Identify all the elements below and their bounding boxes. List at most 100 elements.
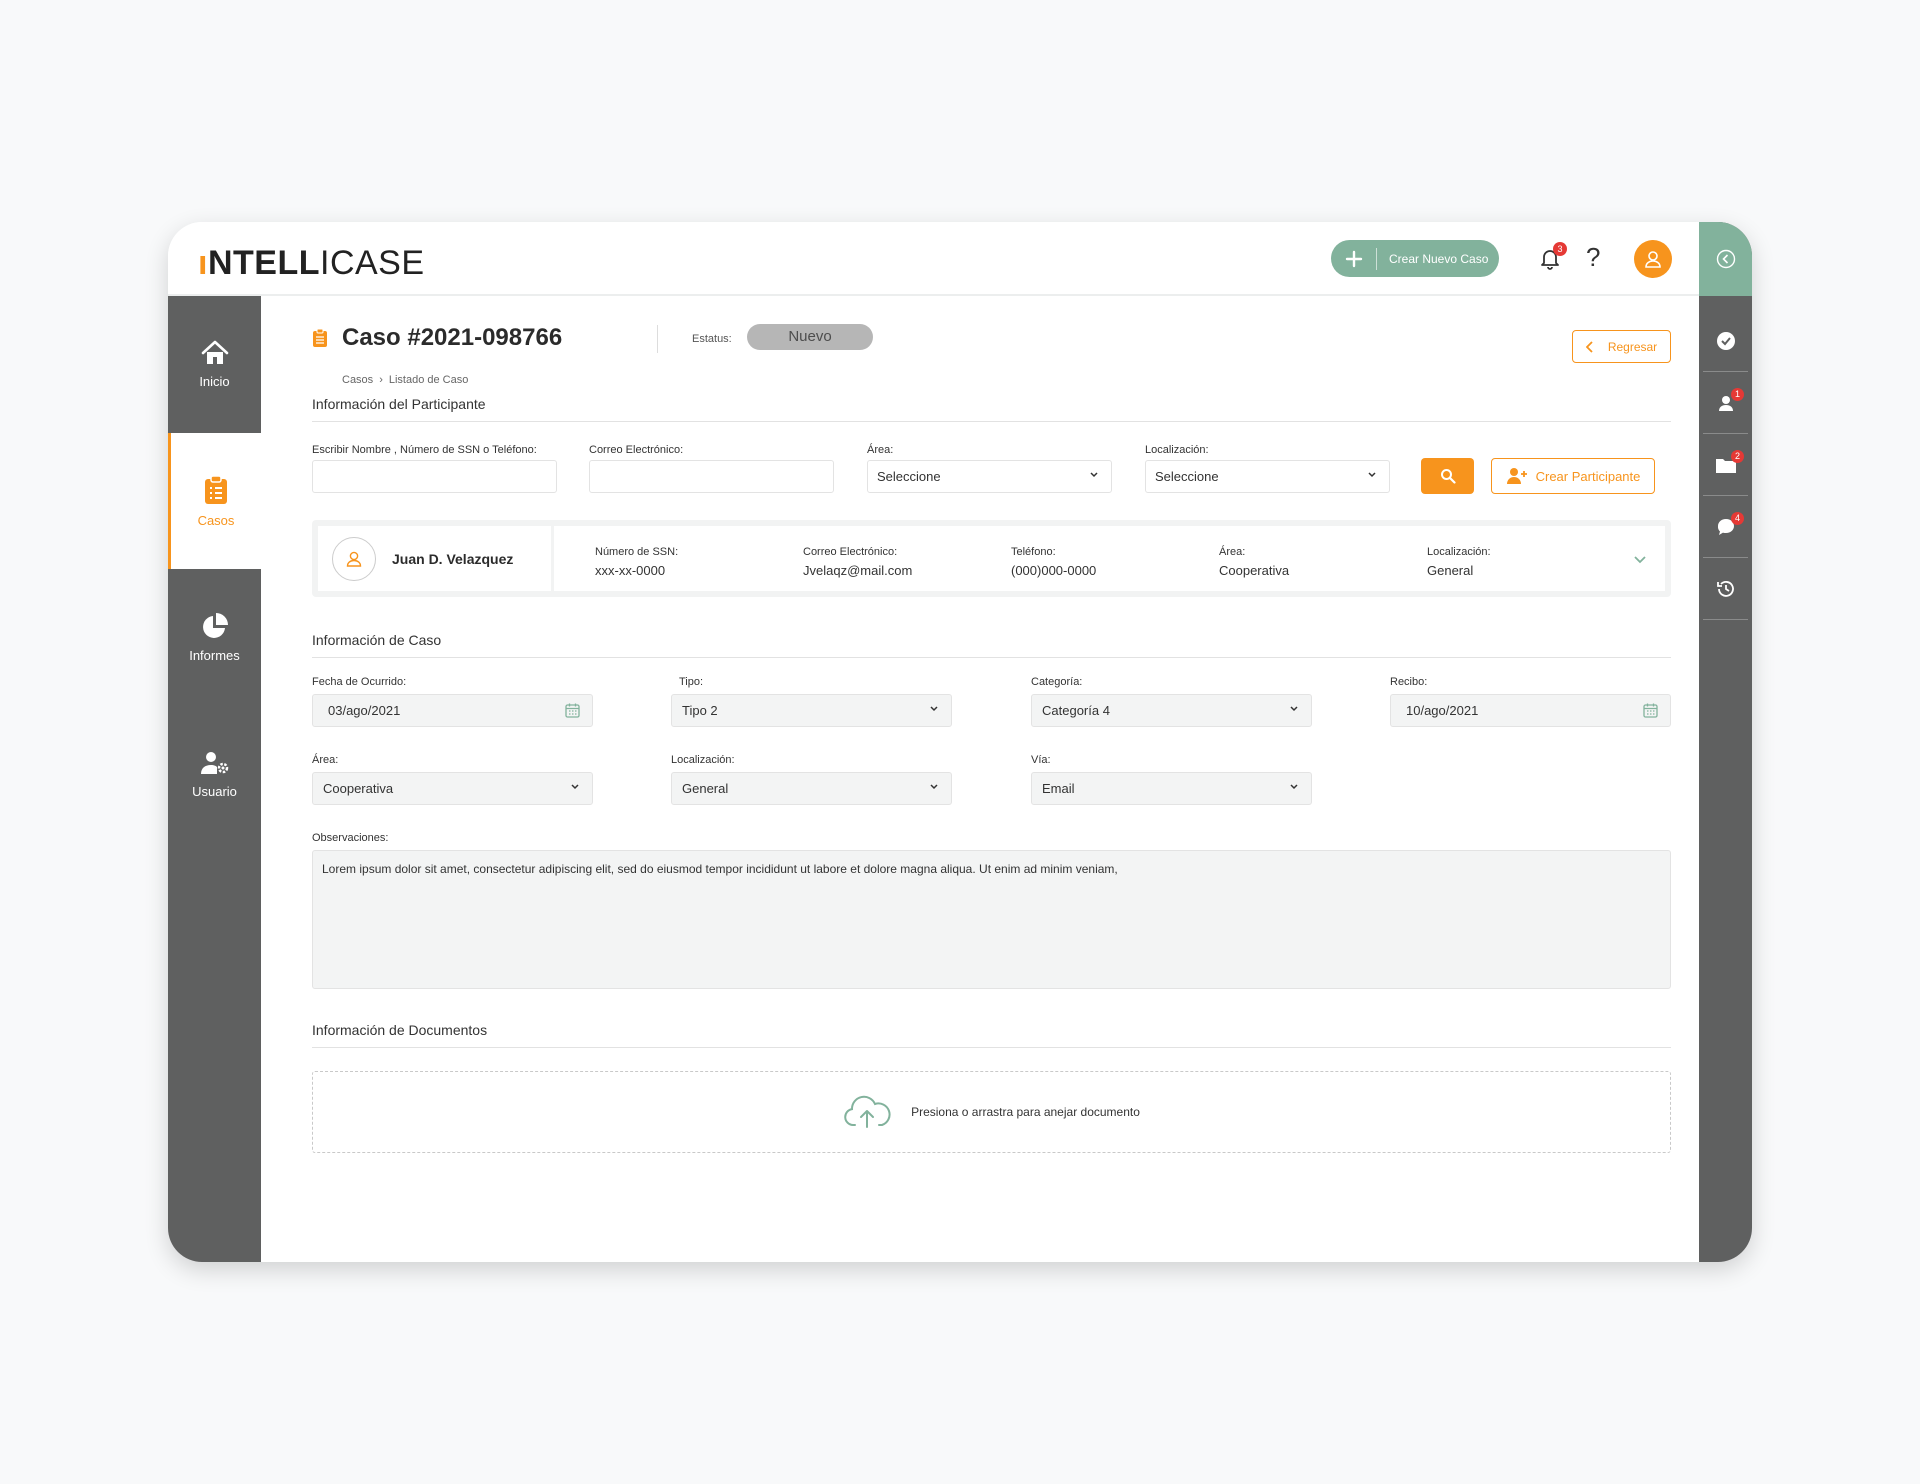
area-select-value: Seleccione (877, 469, 941, 484)
participant-search-input[interactable] (312, 460, 557, 493)
participant-location: Localización: General (1427, 546, 1491, 578)
participant-area: Área: Cooperativa (1219, 546, 1289, 578)
expand-participant-button[interactable] (1633, 552, 1647, 570)
type-select-value: Tipo 2 (682, 703, 718, 718)
search-button[interactable] (1421, 458, 1474, 494)
sidebar-item-label: Casos (197, 512, 235, 528)
observations-label: Observaciones: (312, 832, 389, 844)
app-window: ıNTELLICASE Crear Nuevo Caso 3 ? Inicio … (168, 222, 1752, 1262)
section-divider (312, 421, 1671, 422)
rail-item-messages[interactable]: 4 (1703, 496, 1748, 558)
area-label: Área: (312, 754, 339, 766)
user-avatar-button[interactable] (1634, 240, 1672, 278)
chevron-down-icon (571, 784, 579, 790)
received-label: Recibo: (1390, 676, 1428, 688)
rail-item-tasks[interactable] (1703, 310, 1748, 372)
email-input[interactable] (589, 460, 834, 493)
question-mark-icon: ? (1586, 242, 1601, 272)
add-user-icon (1506, 468, 1527, 484)
user-icon (1645, 251, 1661, 268)
sidebar: Inicio Casos Informes Usuario (168, 296, 261, 1262)
category-label: Categoría: (1031, 676, 1083, 688)
clipboard-icon (205, 474, 227, 504)
history-icon (1716, 580, 1734, 597)
document-dropzone[interactable]: Presiona o arrastra para anejar document… (312, 1071, 1671, 1153)
logo-bold: NTELL (207, 244, 320, 282)
chevron-right-icon: › (379, 374, 383, 386)
chevron-down-icon (1090, 472, 1098, 478)
field-value: Jvelaqz@mail.com (803, 563, 913, 578)
chevron-left-icon (1585, 340, 1593, 353)
field-value: (000)000-0000 (1011, 563, 1097, 578)
location-label: Localización: (1145, 444, 1209, 456)
calendar-icon[interactable] (565, 703, 580, 718)
rail-item-history[interactable] (1703, 558, 1748, 620)
email-label: Correo Electrónico: (589, 444, 684, 456)
search-label: Escribir Nombre , Número de SSN o Teléfo… (312, 444, 537, 456)
category-select[interactable]: Categoría 4 (1031, 694, 1312, 727)
location-select-value: Seleccione (1155, 469, 1219, 484)
case-location-value: General (682, 781, 729, 796)
pie-chart-icon (202, 613, 228, 638)
rail-item-documents[interactable]: 2 (1703, 434, 1748, 496)
create-participant-button[interactable]: Crear Participante (1491, 458, 1655, 494)
type-select[interactable]: Tipo 2 (671, 694, 952, 727)
intellicase-logo[interactable]: ıNTELLICASE (198, 244, 425, 283)
sidebar-item-label: Inicio (199, 374, 230, 389)
section-divider (312, 1047, 1671, 1048)
chevron-down-icon (930, 706, 938, 712)
right-rail: 1 2 4 (1699, 222, 1752, 1262)
date-label: Fecha de Ocurrido: (312, 676, 407, 688)
back-button[interactable]: Regresar (1572, 330, 1671, 363)
case-location-select[interactable]: General (671, 772, 952, 805)
rail-item-participants[interactable]: 1 (1703, 372, 1748, 434)
notifications-bell-button[interactable]: 3 (1538, 242, 1567, 272)
participant-details: Número de SSN: xxx-xx-0000 Correo Electr… (554, 526, 1665, 591)
breadcrumb-listado[interactable]: Listado de Caso (389, 374, 469, 386)
received-date-input[interactable]: 10/ago/2021 (1390, 694, 1671, 727)
received-date-value: 10/ago/2021 (1406, 703, 1479, 718)
case-area-value: Cooperativa (323, 781, 394, 796)
collapse-rail-button[interactable] (1699, 222, 1752, 296)
participant-card: Juan D. Velazquez Número de SSN: xxx-xx-… (312, 520, 1671, 597)
chevron-down-icon (1368, 472, 1376, 478)
participant-identity: Juan D. Velazquez (318, 526, 551, 591)
user-icon (346, 551, 362, 567)
field-label: Localización: (1427, 546, 1491, 558)
area-select[interactable]: Seleccione (867, 460, 1112, 493)
sidebar-item-usuario[interactable]: Usuario (168, 706, 261, 843)
location-select[interactable]: Seleccione (1145, 460, 1390, 493)
check-circle-icon (1716, 331, 1735, 350)
observations-textarea[interactable]: Lorem ipsum dolor sit amet, consectetur … (312, 850, 1671, 989)
date-occurred-value: 03/ago/2021 (328, 703, 401, 718)
date-occurred-input[interactable]: 03/ago/2021 (312, 694, 593, 727)
chevron-down-icon (930, 784, 938, 790)
sidebar-item-informes[interactable]: Informes (168, 569, 261, 706)
via-select-value: Email (1042, 781, 1075, 796)
help-button[interactable]: ? (1586, 242, 1600, 273)
participant-phone: Teléfono: (000)000-0000 (1011, 546, 1096, 578)
field-value: Cooperativa (1219, 563, 1290, 578)
category-select-value: Categoría 4 (1042, 703, 1110, 718)
dropzone-text: Presiona o arrastra para anejar document… (911, 1105, 1140, 1119)
location-label: Localización: (671, 754, 735, 766)
area-label: Área: (867, 444, 894, 456)
chevron-down-icon (1634, 556, 1646, 564)
case-area-select[interactable]: Cooperativa (312, 772, 593, 805)
chevron-down-icon (1290, 784, 1298, 790)
create-new-case-button[interactable]: Crear Nuevo Caso (1331, 240, 1499, 277)
field-value: xxx-xx-0000 (595, 563, 666, 578)
create-participant-label: Crear Participante (1535, 468, 1641, 484)
chevron-down-icon (1290, 706, 1298, 712)
avatar (332, 536, 376, 581)
divider (657, 325, 658, 353)
sidebar-item-inicio[interactable]: Inicio (168, 296, 261, 433)
sidebar-item-casos[interactable]: Casos (168, 433, 261, 569)
top-bar: ıNTELLICASE Crear Nuevo Caso 3 ? (168, 222, 1699, 296)
sidebar-item-label: Informes (189, 648, 240, 663)
sidebar-item-label: Usuario (192, 784, 237, 799)
breadcrumb-casos[interactable]: Casos (342, 374, 373, 386)
calendar-icon[interactable] (1643, 703, 1658, 718)
field-label: Teléfono: (1011, 546, 1056, 558)
via-select[interactable]: Email (1031, 772, 1312, 805)
